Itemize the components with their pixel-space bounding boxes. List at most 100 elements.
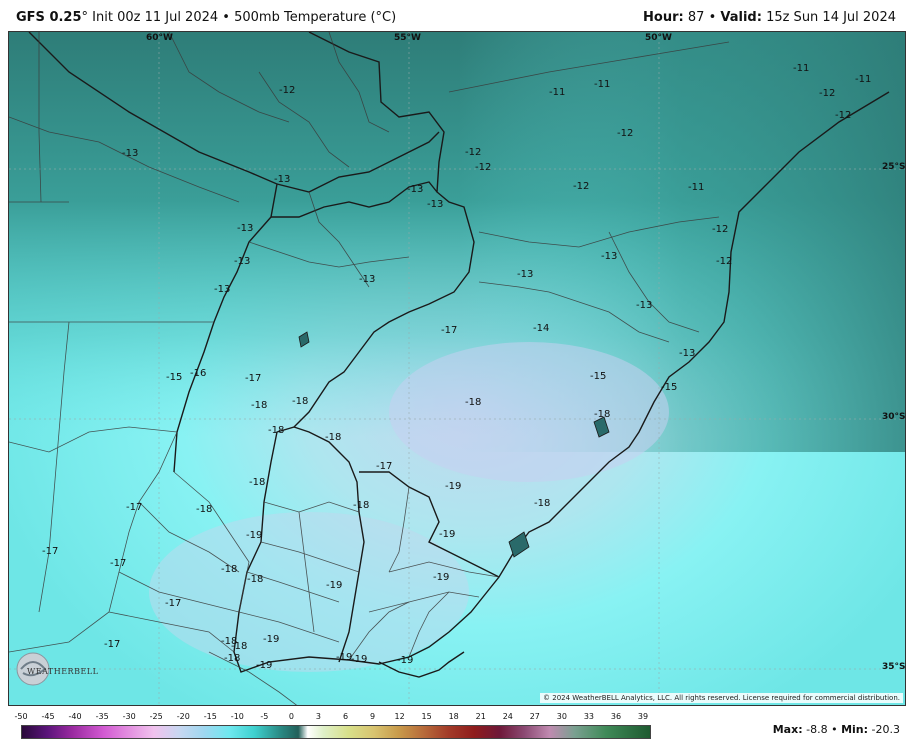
temp-value: -17 [110, 558, 127, 569]
temp-value: -15 [166, 372, 183, 383]
weatherbell-logo: WEATHERBELL [13, 647, 99, 687]
temp-value: -18 [251, 400, 268, 411]
temp-value: -18 [325, 432, 342, 443]
colorbar-tick-label: 15 [421, 712, 432, 721]
colorbar-tick-label: -10 [230, 712, 244, 721]
product-name: 500mb Temperature (°C) [234, 10, 397, 25]
temp-value: -18 [249, 477, 266, 488]
temp-value: -13 [427, 199, 444, 210]
valid-label: Valid: [720, 10, 762, 25]
max-min-readout: Max: -8.8 • Min: -20.3 [773, 723, 900, 736]
colorbar-tick-label: -5 [260, 712, 269, 721]
colorbar-tick-label: 39 [637, 712, 649, 721]
temp-value: -19 [397, 655, 414, 666]
lon-60w-label: 60°W [146, 33, 173, 43]
valid-separator: • [708, 10, 717, 25]
hour-value: 87 [687, 10, 705, 25]
temp-value: -13 [274, 174, 291, 185]
temp-value: -12 [617, 128, 634, 139]
temp-value: -19 [256, 660, 273, 671]
min-value: -20.3 [871, 723, 900, 736]
temp-value: -17 [441, 325, 458, 336]
temp-value: -13 [679, 348, 696, 359]
temp-value: -17 [126, 502, 143, 513]
colorbar-tick-label: -45 [41, 712, 55, 721]
lat-35s-label: 35°S [882, 662, 906, 672]
temp-value: -11 [594, 79, 611, 90]
valid-time-info: Hour: 87 • Valid: 15z Sun 14 Jul 2024 [643, 10, 896, 25]
colorbar-legend: -50 -45 -40 -35 -30 -25 -20 -15 -10 -5 0 3 6 9 12 15 18 2… [0, 708, 914, 750]
temp-value: -18 [534, 498, 551, 509]
max-value: -8.8 [806, 723, 828, 736]
lon-55w-label: 55°W [394, 33, 421, 43]
temp-value: -18 [231, 641, 248, 652]
colorbar-tick-label: 24 [502, 712, 513, 721]
temp-value: -17 [376, 461, 393, 472]
degree-symbol: ° [81, 10, 89, 25]
colorbar-tick-label: 27 [529, 712, 540, 721]
temp-value: -13 [234, 256, 251, 267]
valid-value: 15z Sun 14 Jul 2024 [766, 10, 896, 25]
temp-value: -17 [104, 639, 121, 650]
temp-value: -19 [336, 652, 353, 663]
lon-50w-label: 50°W [645, 33, 672, 43]
temp-value: -19 [326, 580, 343, 591]
temp-value: -13 [407, 184, 424, 195]
hour-label: Hour: [643, 10, 684, 25]
temp-value: -12 [716, 256, 733, 267]
min-label: Min: [841, 723, 869, 736]
temp-value: -13 [601, 251, 618, 262]
temp-value: -12 [835, 110, 852, 121]
colorbar-tick-label: 36 [610, 712, 622, 721]
temp-value: -19 [445, 481, 462, 492]
temp-value: -12 [465, 147, 482, 158]
logo-text: WEATHERBELL [27, 667, 99, 676]
colorbar-tick-label: -25 [149, 712, 163, 721]
lat-30s-label: 30°S [882, 412, 906, 422]
temp-value: -18 [268, 425, 285, 436]
temp-value: -15 [661, 382, 678, 393]
temp-value: -19 [433, 572, 450, 583]
temp-value: -13 [237, 223, 254, 234]
init-time: Init 00z 11 Jul 2024 [92, 10, 219, 25]
temp-value: -11 [549, 87, 566, 98]
colorbar-tick-label: -15 [203, 712, 217, 721]
colorbar-tick-label: -20 [176, 712, 190, 721]
temp-value: -13 [122, 148, 139, 159]
colorbar-tick-label: 0 [288, 712, 294, 721]
temp-value: -11 [855, 74, 872, 85]
map-title: GFS 0.25° Init 00z 11 Jul 2024 • 500mb T… [16, 10, 396, 25]
colorbar-tick-label: -50 [14, 712, 28, 721]
maxmin-separator: • [831, 723, 838, 736]
colorbar-tick-label: 9 [370, 712, 376, 721]
temp-value: -18 [247, 574, 264, 585]
temp-value: -17 [245, 373, 262, 384]
temp-value: -12 [475, 162, 492, 173]
colorbar-tick-label: 3 [315, 712, 322, 721]
temp-value: -13 [636, 300, 653, 311]
temp-value: -19 [439, 529, 456, 540]
colorbar [21, 725, 651, 739]
colorbar-tick-label: -40 [68, 712, 82, 721]
copyright-notice: © 2024 WeatherBELL Analytics, LLC. All r… [540, 693, 903, 703]
temp-value: -11 [793, 63, 810, 74]
temp-value: -12 [279, 85, 296, 96]
temp-value: -19 [351, 654, 368, 665]
colorbar-tick-label: 30 [556, 712, 567, 721]
colorbar-tick-label: 12 [394, 712, 405, 721]
temp-value: -13 [517, 269, 534, 280]
colorbar-tick-label: -35 [95, 712, 109, 721]
temp-value: -17 [165, 598, 182, 609]
temp-value: -14 [533, 323, 550, 334]
title-separator: • [222, 10, 230, 25]
map-background [9, 32, 905, 705]
model-name: GFS 0.25 [16, 10, 82, 25]
colorbar-tick-label: 21 [475, 712, 486, 721]
temp-value: -18 [221, 564, 238, 575]
temp-value: -16 [190, 368, 207, 379]
temperature-map[interactable]: 60°W 55°W 50°W 25°S 30°S 35°S -12 -11 -1… [8, 31, 906, 706]
temp-value: -12 [819, 88, 836, 99]
lat-25s-label: 25°S [882, 162, 906, 172]
temp-value: -13 [214, 284, 231, 295]
temp-value: -12 [712, 224, 729, 235]
